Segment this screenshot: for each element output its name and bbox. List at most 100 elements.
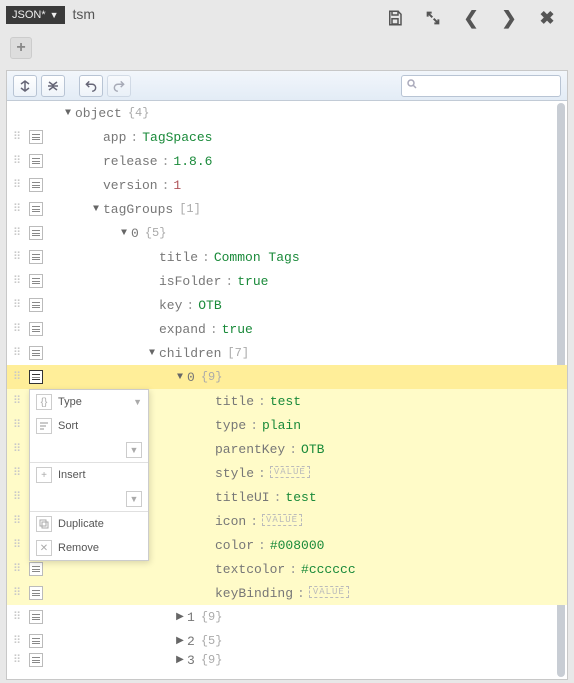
tree-row[interactable]: ⠿ ▶ 3 {9} — [7, 653, 567, 667]
node-value[interactable]: test — [270, 394, 301, 409]
tree-row[interactable]: ⠿ ▼ tagGroups [1] — [7, 197, 567, 221]
row-menu-icon[interactable] — [29, 634, 43, 648]
node-value[interactable]: TagSpaces — [142, 130, 212, 145]
caret-down-icon[interactable]: ▼ — [145, 348, 159, 359]
node-value[interactable]: OTB — [198, 298, 221, 313]
ctx-type[interactable]: {} Type ▼ — [30, 390, 148, 414]
ctx-sort-more-icon[interactable]: ▼ — [126, 442, 142, 458]
drag-handle-icon[interactable]: ⠿ — [13, 653, 27, 667]
drag-handle-icon[interactable]: ⠿ — [13, 202, 27, 216]
undo-icon[interactable] — [79, 75, 103, 97]
drag-handle-icon[interactable]: ⠿ — [13, 154, 27, 168]
tree-row[interactable]: ⠿ ▼ app : TagSpaces — [7, 125, 567, 149]
tree-row[interactable]: ⠿ ▼ isFolder : true — [7, 269, 567, 293]
row-menu-icon[interactable] — [29, 610, 43, 624]
next-icon[interactable]: ❯ — [494, 6, 524, 30]
drag-handle-icon[interactable]: ⠿ — [13, 394, 27, 408]
row-menu-icon[interactable] — [29, 202, 43, 216]
drag-handle-icon[interactable]: ⠿ — [13, 298, 27, 312]
caret-right-icon[interactable]: ▶ — [173, 635, 187, 647]
drag-handle-icon[interactable]: ⠿ — [13, 322, 27, 336]
ctx-insert[interactable]: + Insert — [30, 463, 148, 487]
caret-down-icon[interactable]: ▼ — [117, 228, 131, 239]
node-value[interactable]: plain — [262, 418, 301, 433]
ctx-sort[interactable]: Sort — [30, 414, 148, 438]
tree-row[interactable]: ⠿ ▼ key : OTB — [7, 293, 567, 317]
tree-row[interactable]: ⠿ ▼ release : 1.8.6 — [7, 149, 567, 173]
search-input[interactable] — [422, 79, 574, 93]
value-placeholder[interactable]: VALUE — [262, 514, 302, 526]
row-menu-icon[interactable] — [29, 653, 43, 667]
row-menu-icon[interactable] — [29, 250, 43, 264]
tree-row-selected[interactable]: ⠿ ▼ 0 {9} — [7, 365, 567, 389]
row-menu-icon[interactable] — [29, 346, 43, 360]
row-menu-icon[interactable] — [29, 370, 43, 384]
row-menu-icon[interactable] — [29, 154, 43, 168]
node-value[interactable]: #008000 — [270, 538, 325, 553]
collapse-all-icon[interactable] — [41, 75, 65, 97]
row-menu-icon[interactable] — [29, 178, 43, 192]
drag-handle-icon[interactable]: ⠿ — [13, 274, 27, 288]
drag-handle-icon[interactable]: ⠿ — [13, 490, 27, 504]
drag-handle-icon[interactable]: ⠿ — [13, 370, 27, 384]
add-tab-icon[interactable]: + — [10, 37, 32, 59]
tree-row[interactable]: ⠿ ▼ keyBinding : VALUE — [7, 581, 567, 605]
drag-handle-icon[interactable]: ⠿ — [13, 442, 27, 456]
drag-handle-icon[interactable]: ⠿ — [13, 538, 27, 552]
tree-row[interactable]: ⠿ ▼ 0 {5} — [7, 221, 567, 245]
value-placeholder[interactable]: VALUE — [309, 586, 349, 598]
node-value[interactable]: #cccccc — [301, 562, 356, 577]
drag-handle-icon[interactable]: ⠿ — [13, 466, 27, 480]
node-value[interactable]: true — [237, 274, 268, 289]
row-menu-icon[interactable] — [29, 130, 43, 144]
node-value[interactable]: OTB — [301, 442, 324, 457]
row-menu-icon[interactable] — [29, 586, 43, 600]
caret-right-icon[interactable]: ▶ — [173, 654, 187, 666]
drag-handle-icon[interactable]: ⠿ — [13, 346, 27, 360]
drag-handle-icon[interactable]: ⠿ — [13, 250, 27, 264]
tree-row[interactable]: ⠿ ▶ 2 {5} — [7, 629, 567, 653]
ctx-remove[interactable]: ✕ Remove — [30, 536, 148, 560]
drag-handle-icon[interactable]: ⠿ — [13, 130, 27, 144]
save-icon[interactable] — [380, 6, 410, 30]
row-menu-icon[interactable] — [29, 322, 43, 336]
ctx-insert-more-icon[interactable]: ▼ — [126, 491, 142, 507]
tree-row[interactable]: ⠿ ▼ children [7] — [7, 341, 567, 365]
caret-down-icon[interactable]: ▼ — [61, 108, 75, 119]
drag-handle-icon[interactable]: ⠿ — [13, 418, 27, 432]
node-value[interactable]: true — [222, 322, 253, 337]
close-icon[interactable]: ✖ — [532, 6, 562, 30]
drag-handle-icon[interactable]: ⠿ — [13, 514, 27, 528]
row-menu-icon[interactable] — [29, 562, 43, 576]
ctx-duplicate[interactable]: Duplicate — [30, 512, 148, 536]
drag-handle-icon[interactable]: ⠿ — [13, 178, 27, 192]
node-value[interactable]: 1 — [173, 178, 181, 193]
expand-all-icon[interactable] — [13, 75, 37, 97]
drag-handle-icon[interactable]: ⠿ — [13, 586, 27, 600]
node-value[interactable]: 1.8.6 — [173, 154, 212, 169]
tree-row[interactable]: ⠿ ▼ version : 1 — [7, 173, 567, 197]
row-menu-icon[interactable] — [29, 274, 43, 288]
drag-handle-icon[interactable]: ⠿ — [13, 610, 27, 624]
node-value[interactable]: test — [285, 490, 316, 505]
fullscreen-icon[interactable] — [418, 6, 448, 30]
node-value[interactable]: Common Tags — [214, 250, 300, 265]
prev-icon[interactable]: ❮ — [456, 6, 486, 30]
mode-dropdown[interactable]: JSON* ▼ — [6, 6, 65, 24]
redo-icon[interactable] — [107, 75, 131, 97]
node-key: 0 — [187, 370, 195, 385]
tree-row-root[interactable]: ⠿ ▼ object {4} — [7, 101, 567, 125]
drag-handle-icon[interactable]: ⠿ — [13, 634, 27, 648]
tree-row[interactable]: ⠿ ▶ 1 {9} — [7, 605, 567, 629]
drag-handle-icon[interactable]: ⠿ — [13, 226, 27, 240]
row-menu-icon[interactable] — [29, 226, 43, 240]
tree-row[interactable]: ⠿ ▼ title : Common Tags — [7, 245, 567, 269]
value-placeholder[interactable]: VALUE — [270, 466, 310, 478]
search-box[interactable]: ▼ ▲ — [401, 75, 561, 97]
tree-row[interactable]: ⠿ ▼ expand : true — [7, 317, 567, 341]
drag-handle-icon[interactable]: ⠿ — [13, 562, 27, 576]
caret-down-icon[interactable]: ▼ — [173, 372, 187, 383]
caret-down-icon[interactable]: ▼ — [89, 204, 103, 215]
row-menu-icon[interactable] — [29, 298, 43, 312]
caret-right-icon[interactable]: ▶ — [173, 611, 187, 623]
